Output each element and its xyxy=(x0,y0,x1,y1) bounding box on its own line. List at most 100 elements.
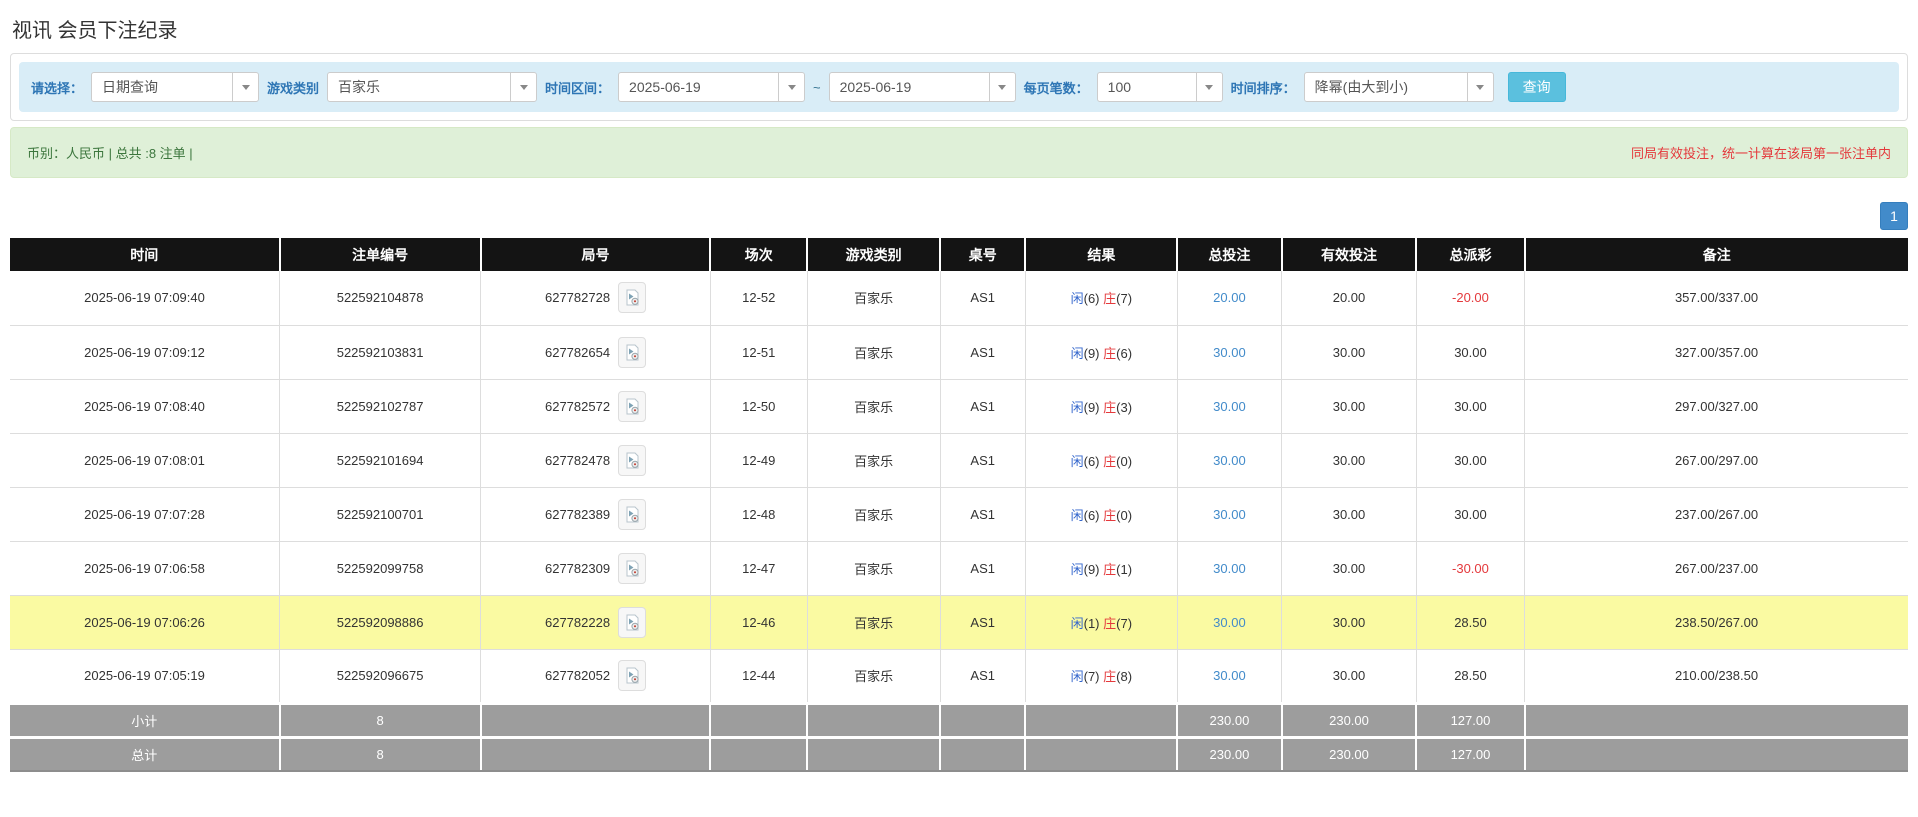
valid-bet-cell: 30.00 xyxy=(1282,541,1417,595)
header-total-payout: 总派彩 xyxy=(1416,238,1524,271)
table-no-cell: AS1 xyxy=(940,379,1025,433)
video-icon xyxy=(625,398,640,415)
chevron-down-icon[interactable] xyxy=(989,73,1015,101)
chevron-down-icon[interactable] xyxy=(1467,73,1493,101)
date-to-select[interactable]: 2025-06-19 xyxy=(829,72,1016,102)
query-type-select[interactable]: 日期查询 xyxy=(91,72,259,102)
round-number: 627782572 xyxy=(545,399,610,414)
pagination: 1 xyxy=(10,202,1908,230)
game-type-cell: 百家乐 xyxy=(807,433,940,487)
round-number: 627782228 xyxy=(545,615,610,630)
total-bet-cell[interactable]: 20.00 xyxy=(1177,271,1281,325)
round-cell: 627782572 xyxy=(481,379,711,433)
video-icon xyxy=(625,506,640,523)
chevron-down-icon[interactable] xyxy=(510,73,536,101)
date-from-value: 2025-06-19 xyxy=(619,79,711,95)
video-icon xyxy=(625,560,640,577)
page-size-select[interactable]: 100 xyxy=(1097,72,1223,102)
table-row: 2025-06-19 07:06:26522592098886627782228… xyxy=(10,595,1908,649)
remark-cell: 237.00/267.00 xyxy=(1525,487,1908,541)
summary-bar: 币别：人民币 | 总共 :8 注单 | 同局有效投注，统一计算在该局第一张注单内 xyxy=(10,127,1908,178)
chevron-down-icon[interactable] xyxy=(232,73,258,101)
banker-result-count: (7) xyxy=(1116,291,1132,306)
session-cell: 12-50 xyxy=(710,379,807,433)
game-type-cell: 百家乐 xyxy=(807,541,940,595)
video-icon xyxy=(625,452,640,469)
result-cell: 闲(6) 庄(0) xyxy=(1025,433,1177,487)
banker-result-label: 庄 xyxy=(1103,508,1116,523)
remark-cell: 357.00/337.00 xyxy=(1525,271,1908,325)
video-replay-button[interactable] xyxy=(618,391,646,422)
total-bet-cell[interactable]: 30.00 xyxy=(1177,649,1281,703)
player-result-count: (9) xyxy=(1084,346,1100,361)
subtotal-count: 8 xyxy=(280,703,481,737)
grand-total-valid-bet: 230.00 xyxy=(1282,737,1417,771)
bet-id-cell: 522592100701 xyxy=(280,487,481,541)
time-cell: 2025-06-19 07:08:01 xyxy=(10,433,280,487)
video-replay-button[interactable] xyxy=(618,660,646,691)
remark-cell: 210.00/238.50 xyxy=(1525,649,1908,703)
query-type-value: 日期查询 xyxy=(92,77,168,97)
total-bet-cell[interactable]: 30.00 xyxy=(1177,325,1281,379)
banker-result-count: (6) xyxy=(1116,346,1132,361)
payout-cell: 30.00 xyxy=(1416,433,1524,487)
total-bet-cell[interactable]: 30.00 xyxy=(1177,595,1281,649)
search-button[interactable]: 查询 xyxy=(1508,72,1566,102)
time-cell: 2025-06-19 07:09:12 xyxy=(10,325,280,379)
game-type-cell: 百家乐 xyxy=(807,649,940,703)
chevron-down-icon[interactable] xyxy=(1196,73,1222,101)
chevron-down-icon[interactable] xyxy=(778,73,804,101)
header-table-no: 桌号 xyxy=(940,238,1025,271)
remark-cell: 267.00/297.00 xyxy=(1525,433,1908,487)
bet-records-table: 时间 注单编号 局号 场次 游戏类别 桌号 结果 总投注 有效投注 总派彩 备注… xyxy=(10,238,1908,772)
valid-bet-cell: 30.00 xyxy=(1282,433,1417,487)
pagination-page-1[interactable]: 1 xyxy=(1880,202,1908,230)
time-range-label: 时间区间： xyxy=(545,78,610,97)
video-replay-button[interactable] xyxy=(618,337,646,368)
sort-select[interactable]: 降幂(由大到小) xyxy=(1304,72,1494,102)
round-cell: 627782052 xyxy=(481,649,711,703)
video-replay-button[interactable] xyxy=(618,499,646,530)
header-result: 结果 xyxy=(1025,238,1177,271)
total-bet-cell[interactable]: 30.00 xyxy=(1177,433,1281,487)
header-bet-id: 注单编号 xyxy=(280,238,481,271)
grand-total-row: 总计 8 230.00 230.00 127.00 xyxy=(10,737,1908,771)
table-no-cell: AS1 xyxy=(940,541,1025,595)
player-result-count: (9) xyxy=(1084,400,1100,415)
date-to-value: 2025-06-19 xyxy=(830,79,922,95)
player-result-label: 闲 xyxy=(1071,616,1084,631)
payout-cell: 30.00 xyxy=(1416,487,1524,541)
round-number: 627782052 xyxy=(545,668,610,683)
table-no-cell: AS1 xyxy=(940,487,1025,541)
total-bet-cell[interactable]: 30.00 xyxy=(1177,541,1281,595)
subtotal-total-bet: 230.00 xyxy=(1177,703,1281,737)
video-replay-button[interactable] xyxy=(618,607,646,638)
subtotal-total-payout: 127.00 xyxy=(1416,703,1524,737)
round-cell: 627782478 xyxy=(481,433,711,487)
video-replay-button[interactable] xyxy=(618,445,646,476)
filter-bar: 请选择： 日期查询 游戏类别 百家乐 时间区间： 2025-06-19 ~ 20… xyxy=(19,62,1899,112)
payout-cell: -20.00 xyxy=(1416,271,1524,325)
game-type-cell: 百家乐 xyxy=(807,595,940,649)
payout-cell: 28.50 xyxy=(1416,595,1524,649)
sort-value: 降幂(由大到小) xyxy=(1305,77,1418,97)
round-cell: 627782389 xyxy=(481,487,711,541)
total-bet-cell[interactable]: 30.00 xyxy=(1177,379,1281,433)
table-no-cell: AS1 xyxy=(940,649,1025,703)
banker-result-count: (0) xyxy=(1116,508,1132,523)
video-replay-button[interactable] xyxy=(618,282,646,313)
result-cell: 闲(6) 庄(0) xyxy=(1025,487,1177,541)
banker-result-count: (1) xyxy=(1116,562,1132,577)
table-header: 时间 注单编号 局号 场次 游戏类别 桌号 结果 总投注 有效投注 总派彩 备注 xyxy=(10,238,1908,271)
grand-total-count: 8 xyxy=(280,737,481,771)
payout-cell: 28.50 xyxy=(1416,649,1524,703)
game-type-select[interactable]: 百家乐 xyxy=(327,72,537,102)
bet-id-cell: 522592104878 xyxy=(280,271,481,325)
date-from-select[interactable]: 2025-06-19 xyxy=(618,72,805,102)
total-bet-cell[interactable]: 30.00 xyxy=(1177,487,1281,541)
result-cell: 闲(6) 庄(7) xyxy=(1025,271,1177,325)
video-replay-button[interactable] xyxy=(618,553,646,584)
game-type-cell: 百家乐 xyxy=(807,325,940,379)
bet-id-cell: 522592101694 xyxy=(280,433,481,487)
subtotal-valid-bet: 230.00 xyxy=(1282,703,1417,737)
